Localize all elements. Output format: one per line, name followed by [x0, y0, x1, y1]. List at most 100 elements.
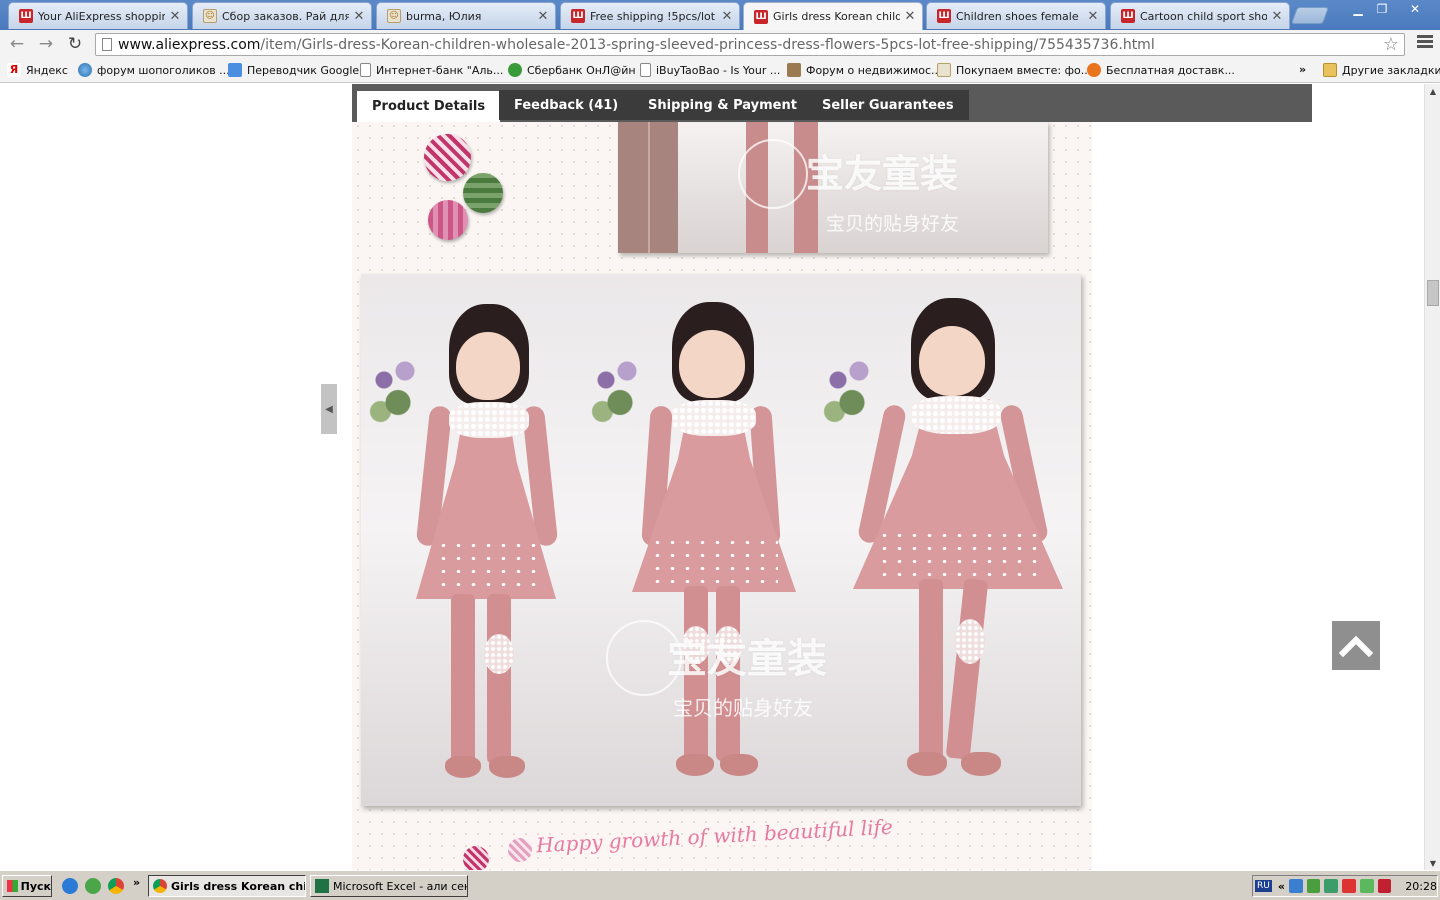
bookmark-item[interactable]: Интернет-банк "Аль... — [360, 63, 503, 77]
quicklaunch-overflow[interactable]: » — [133, 876, 140, 889]
minimize-icon[interactable]: ▁ — [1346, 0, 1370, 18]
utorrent-icon[interactable] — [85, 878, 101, 894]
browser-tab[interactable]: ☺ burma, Юлия ✕ — [376, 2, 556, 29]
chrome-icon[interactable] — [108, 878, 124, 894]
aliexpress-icon: Ш — [571, 9, 585, 23]
gallery-prev-arrow-icon[interactable]: ◀ — [321, 384, 337, 434]
tray-app-icon[interactable] — [1359, 879, 1374, 893]
browser-tab[interactable]: Ш Children shoes female 2013 ✕ — [926, 2, 1106, 29]
tab-seller-guarantees[interactable]: Seller Guarantees — [807, 90, 969, 120]
decorative-plaid-ball — [463, 173, 503, 213]
leg — [919, 579, 943, 759]
taskbar-item-excel[interactable]: Microsoft Excel - али сен... — [310, 875, 468, 897]
lace-collar — [911, 396, 1001, 434]
tray-app-icon[interactable] — [1342, 879, 1356, 893]
restore-icon[interactable]: ❐ — [1370, 0, 1394, 18]
taskbar-item-label: Girls dress Korean chi... — [171, 879, 306, 893]
leg — [487, 594, 511, 764]
tray-app-icon[interactable] — [1324, 879, 1339, 893]
other-bookmarks-folder[interactable]: Другие закладки — [1323, 63, 1440, 77]
tab-product-details[interactable]: Product Details — [357, 91, 501, 122]
aliexpress-icon: Ш — [19, 9, 33, 23]
leg — [451, 594, 475, 764]
network-icon[interactable] — [1288, 879, 1303, 893]
bookmark-label: Яндекс — [26, 63, 68, 77]
lace-knee-patch — [955, 619, 985, 664]
start-button[interactable]: Пуск — [2, 875, 52, 897]
tray-app-icon[interactable] — [1306, 879, 1321, 893]
browser-tab[interactable]: Ш Free shipping !5pcs/lot !20 ✕ — [560, 2, 740, 29]
antivirus-icon[interactable] — [1377, 879, 1392, 893]
yandex-icon: Я — [7, 63, 21, 77]
pearl-beads — [650, 536, 778, 588]
chevron-up-icon — [1339, 635, 1373, 657]
chrome-menu-icon[interactable] — [1417, 35, 1433, 51]
reload-icon[interactable]: ↻ — [64, 34, 86, 54]
product-photo-main: 宝友童装 宝贝的贴身好友 — [361, 274, 1081, 806]
bookmark-item[interactable]: Форум о недвижимос... — [787, 63, 942, 77]
shoe — [489, 756, 525, 778]
bookmark-item[interactable]: форум шопоголиков ... — [78, 63, 230, 77]
browser-toolbar: ← → ↻ www.aliexpress.com/item/Girls-dres… — [0, 30, 1440, 58]
new-tab-button[interactable] — [1290, 7, 1330, 24]
close-icon[interactable]: ✕ — [1087, 9, 1099, 24]
bookmark-item[interactable]: Покупаем вместе: фо... — [937, 63, 1091, 77]
browser-tab[interactable]: Ш Your AliExpress shopping c ✕ — [8, 2, 188, 29]
page-scrollbar[interactable]: ▲ ▼ — [1424, 84, 1440, 870]
shoe — [720, 754, 758, 776]
forum-icon — [937, 63, 951, 77]
taskbar-item-chrome[interactable]: Girls dress Korean chi... — [148, 875, 306, 897]
decorative-striped-ball — [424, 134, 471, 181]
browser-tab[interactable]: Ш Cartoon child sport shoes p ✕ — [1110, 2, 1290, 29]
watermark-brand: 宝友童装 — [667, 635, 827, 682]
bookmarks-overflow-button[interactable]: » — [1299, 63, 1306, 76]
forward-arrow-icon[interactable]: → — [35, 34, 57, 54]
decorative-striped-ball — [463, 846, 489, 870]
other-bookmarks-label: Другие закладки — [1342, 63, 1440, 77]
back-arrow-icon[interactable]: ← — [6, 34, 28, 54]
scroll-down-arrow-icon[interactable]: ▼ — [1425, 856, 1440, 870]
close-icon[interactable]: ✕ — [537, 9, 549, 24]
lace-collar — [449, 402, 529, 438]
forum-icon: ☺ — [203, 9, 217, 23]
browser-tab[interactable]: ☺ Сбор заказов. Рай для ш ✕ — [192, 2, 372, 29]
aliexpress-icon: Ш — [937, 9, 951, 23]
language-indicator[interactable]: RU — [1255, 880, 1272, 892]
background-flowers — [585, 344, 655, 434]
sberbank-icon — [508, 63, 522, 77]
close-icon[interactable]: ✕ — [721, 9, 733, 24]
decorative-check-ball — [428, 200, 468, 240]
browser-tab-active[interactable]: Ш Girls dress Korean children ✕ — [743, 2, 923, 30]
face — [919, 326, 985, 396]
product-tabs-bar: Product Details Feedback (41) Shipping &… — [352, 84, 1312, 122]
bookmark-item[interactable]: Переводчик Google — [228, 63, 359, 77]
bookmark-item[interactable]: Я Яндекс — [7, 63, 68, 77]
close-icon[interactable]: ✕ — [169, 9, 181, 24]
close-icon[interactable]: ✕ — [353, 9, 365, 24]
tab-feedback[interactable]: Feedback (41) — [499, 90, 634, 120]
bookmark-item[interactable]: iBuyTaoBao - Is Your ... — [640, 63, 780, 77]
internet-explorer-icon[interactable] — [62, 878, 78, 894]
folder-icon — [1323, 63, 1337, 77]
building-icon — [787, 63, 801, 77]
back-to-top-button[interactable] — [1332, 621, 1380, 670]
start-label: Пуск — [20, 879, 51, 893]
photo-border-strip — [618, 121, 678, 253]
photo-panel-center — [580, 274, 815, 806]
bookmark-star-icon[interactable]: ☆ — [1383, 34, 1399, 55]
clock: 20:28 — [1405, 879, 1437, 893]
close-icon[interactable]: ✕ — [904, 9, 916, 24]
tab-shipping-payment[interactable]: Shipping & Payment — [633, 90, 812, 120]
address-bar[interactable]: www.aliexpress.com/item/Girls-dress-Kore… — [95, 33, 1405, 56]
window-close-icon[interactable]: ✕ — [1402, 0, 1428, 18]
scrollbar-thumb[interactable] — [1427, 280, 1439, 306]
shoe — [676, 754, 714, 776]
scroll-up-arrow-icon[interactable]: ▲ — [1425, 84, 1440, 98]
page-icon — [360, 63, 371, 77]
bookmark-item[interactable]: Сбербанк ОнЛ@йн — [508, 63, 636, 77]
tray-expand[interactable]: « — [1278, 880, 1285, 893]
tab-title: Children shoes female 2013 — [956, 9, 1083, 23]
bookmark-item[interactable]: Бесплатная доставк... — [1087, 63, 1235, 77]
close-icon[interactable]: ✕ — [1271, 9, 1283, 24]
watermark-slogan: 宝贝的贴身好友 — [826, 213, 960, 235]
